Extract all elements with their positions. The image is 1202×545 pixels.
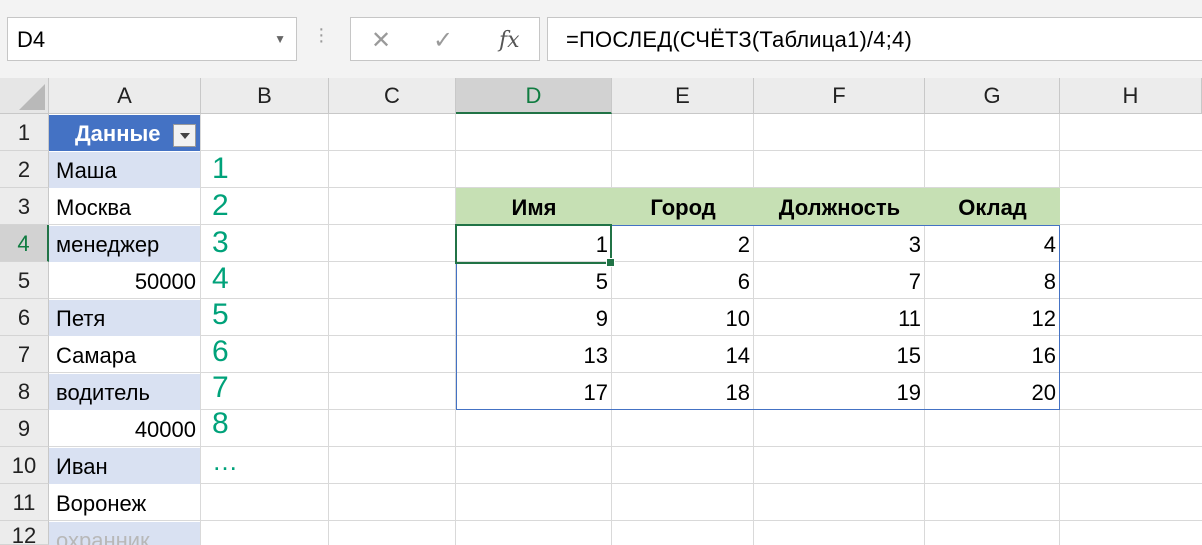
cell-a12[interactable]: охранник <box>49 522 200 545</box>
formula-bar-area: D4 ▼ · · · ✕ ✓ fx =ПОСЛЕД(СЧЁТЗ(Таблица1)/… <box>0 0 1202 78</box>
cell-a9[interactable]: 40000 <box>49 411 200 447</box>
name-box[interactable]: D4 ▼ <box>7 17 297 61</box>
select-all-button[interactable] <box>0 78 49 114</box>
row-header-6[interactable]: 6 <box>0 299 49 336</box>
active-cell-selection[interactable] <box>455 224 612 264</box>
column-header-f[interactable]: F <box>754 78 925 114</box>
column-header-d[interactable]: D <box>456 78 612 114</box>
annotation-number: 4 <box>212 262 229 295</box>
row-header-9[interactable]: 9 <box>0 410 49 447</box>
formula-input[interactable]: =ПОСЛЕД(СЧЁТЗ(Таблица1)/4;4) <box>547 17 1202 61</box>
fill-handle[interactable] <box>606 258 615 267</box>
column-header-g[interactable]: G <box>925 78 1060 114</box>
cell-a8[interactable]: водитель <box>49 374 200 410</box>
column-header-c[interactable]: C <box>329 78 456 114</box>
annotation-number: 5 <box>212 298 229 331</box>
column-header-e[interactable]: E <box>612 78 754 114</box>
cell-a6[interactable]: Петя <box>49 300 200 336</box>
annotation-number: 6 <box>212 335 229 368</box>
annotation-number: 8 <box>212 407 229 440</box>
cell-a3[interactable]: Москва <box>49 189 200 225</box>
result-header-name[interactable]: Имя <box>456 188 612 225</box>
row-header-5[interactable]: 5 <box>0 262 49 299</box>
formula-buttons: ✕ ✓ fx <box>350 17 540 61</box>
row-header-3[interactable]: 3 <box>0 188 49 225</box>
name-box-value: D4 <box>17 27 46 52</box>
annotation-number: 3 <box>212 226 229 259</box>
column-header-h[interactable]: H <box>1060 78 1202 114</box>
row-header-8[interactable]: 8 <box>0 373 49 410</box>
annotation-number: 2 <box>212 189 229 222</box>
result-header-salary[interactable]: Оклад <box>925 188 1060 225</box>
cell-a11[interactable]: Воронеж <box>49 485 200 521</box>
cancel-icon[interactable]: ✕ <box>371 26 391 55</box>
row-header-10[interactable]: 10 <box>0 447 49 484</box>
column-header-b[interactable]: B <box>201 78 329 114</box>
filter-dropdown-icon[interactable] <box>173 124 196 147</box>
cell-a4[interactable]: менеджер <box>49 226 200 262</box>
row-header-1[interactable]: 1 <box>0 114 49 151</box>
row-header-2[interactable]: 2 <box>0 151 49 188</box>
cell-a7[interactable]: Самара <box>49 337 200 373</box>
annotation-number: 1 <box>212 152 229 185</box>
row-header-12[interactable]: 12 <box>0 521 49 545</box>
row-header-7[interactable]: 7 <box>0 336 49 373</box>
chevron-down-icon[interactable]: ▼ <box>274 32 286 46</box>
check-icon[interactable]: ✓ <box>433 26 453 55</box>
cell-a2[interactable]: Маша <box>49 152 200 188</box>
formula-text: =ПОСЛЕД(СЧЁТЗ(Таблица1)/4;4) <box>566 27 913 52</box>
drag-handle-icon[interactable]: · · · <box>318 19 325 51</box>
result-header-position[interactable]: Должность <box>754 188 925 225</box>
row-header-11[interactable]: 11 <box>0 484 49 521</box>
result-header-city[interactable]: Город <box>612 188 754 225</box>
column-header-a[interactable]: A <box>49 78 201 114</box>
cell-a10[interactable]: Иван <box>49 448 200 484</box>
cell-a5[interactable]: 50000 <box>49 263 200 299</box>
row-header-4[interactable]: 4 <box>0 225 49 262</box>
annotation-number: 7 <box>212 371 229 404</box>
annotation-ellipsis: … <box>212 446 238 476</box>
fx-icon[interactable]: fx <box>499 28 520 53</box>
